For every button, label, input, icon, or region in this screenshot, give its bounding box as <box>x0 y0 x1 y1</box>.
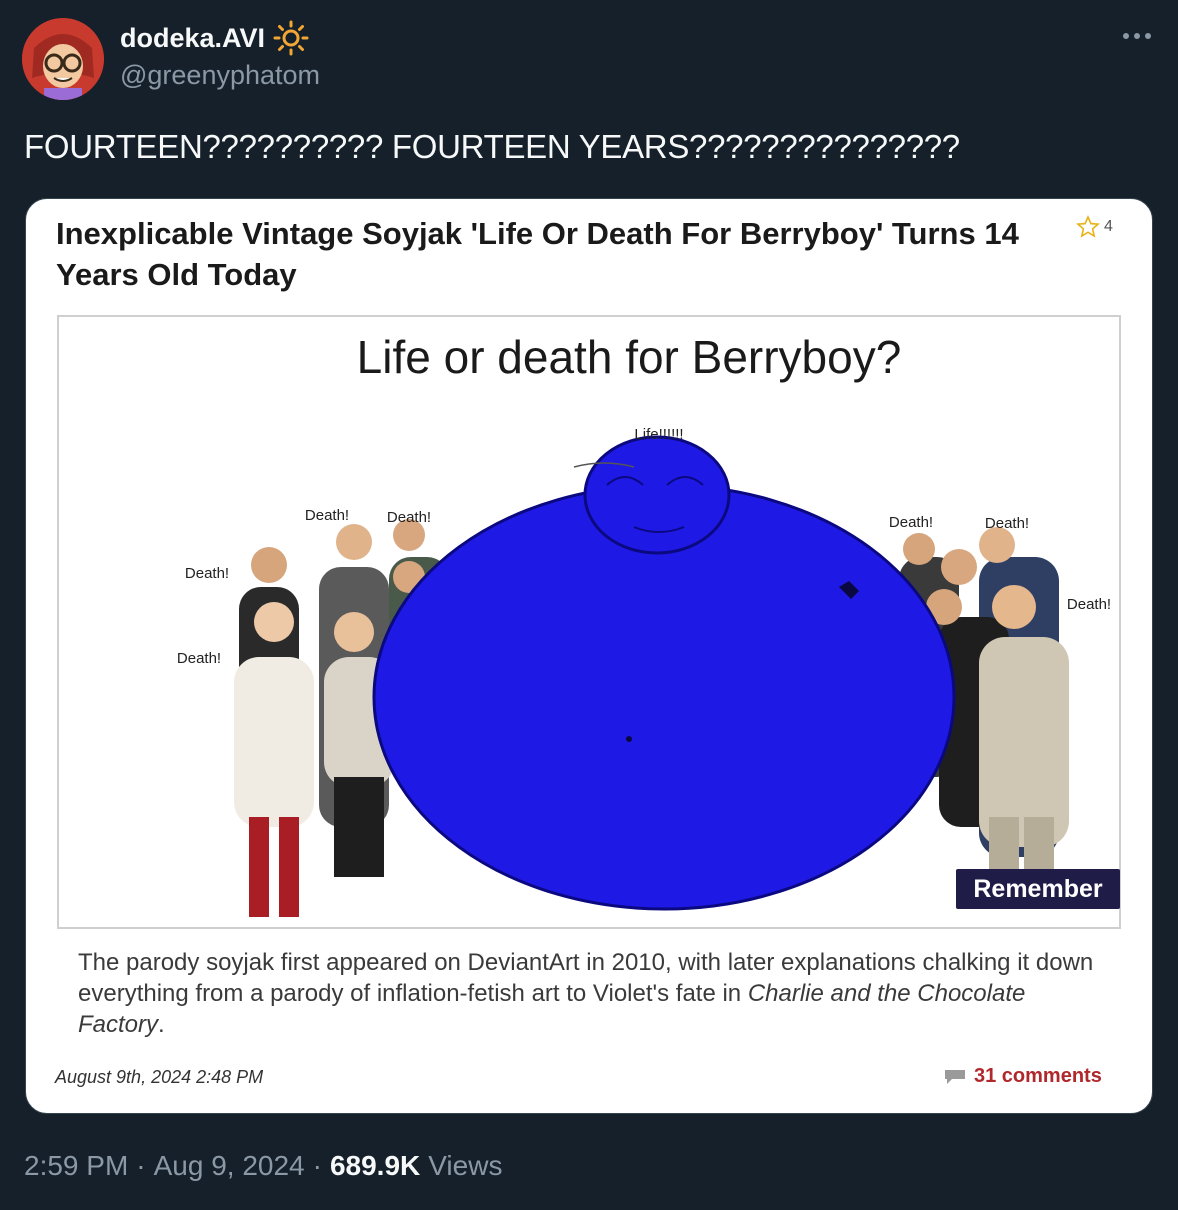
death-label: Death! <box>985 515 1029 532</box>
separator: · <box>312 1150 322 1181</box>
star-icon[interactable] <box>1076 215 1100 239</box>
comments-count[interactable]: 31 comments <box>974 1065 1102 1088</box>
tweet-text: FOURTEEN?????????? FOURTEEN YEARS???????… <box>24 128 960 165</box>
life-label: Life!!!!!! <box>634 426 683 443</box>
comment-icon[interactable] <box>944 1069 966 1085</box>
article-title[interactable]: Inexplicable Vintage Soyjak 'Life Or Dea… <box>56 213 1056 295</box>
star-count: 4 <box>1104 218 1113 235</box>
tweet-date[interactable]: Aug 9, 2024 <box>154 1150 305 1182</box>
death-label: Death! <box>889 514 933 531</box>
views-count: 689.9K <box>329 1150 421 1181</box>
star-rating[interactable]: 4 <box>1076 215 1113 239</box>
link-card[interactable]: Inexplicable Vintage Soyjak 'Life Or Dea… <box>25 198 1153 1114</box>
article-date: August 9th, 2024 2:48 PM <box>55 1067 264 1087</box>
tweet-meta: 2:59 PM · Aug 9, 2024 · 689.9K Views <box>24 1150 502 1182</box>
caption-end: . <box>158 1011 165 1038</box>
death-label: Death! <box>177 650 221 667</box>
death-label: Death! <box>305 507 349 524</box>
comments-link[interactable]: 31 comments <box>944 1065 1102 1088</box>
separator: · <box>136 1150 146 1181</box>
death-label: Death! <box>1067 596 1111 613</box>
sun-icon <box>273 20 309 56</box>
death-label: Death! <box>185 565 229 582</box>
article-image: Life or death for Berryboy? Life!!!!!! D… <box>57 315 1121 929</box>
handle[interactable]: @greenyphatom <box>120 60 320 91</box>
more-icon[interactable] <box>1118 24 1156 48</box>
views-label: Views <box>428 1150 503 1181</box>
article-caption: The parody soyjak first appeared on Devi… <box>78 947 1098 1040</box>
tweet-time[interactable]: 2:59 PM <box>24 1150 128 1182</box>
remember-button[interactable]: Remember <box>956 869 1120 909</box>
display-name[interactable]: dodeka.AVI <box>120 23 265 54</box>
death-label: Death! <box>387 509 431 526</box>
image-heading: Life or death for Berryboy? <box>357 331 902 383</box>
avatar[interactable] <box>22 18 104 100</box>
